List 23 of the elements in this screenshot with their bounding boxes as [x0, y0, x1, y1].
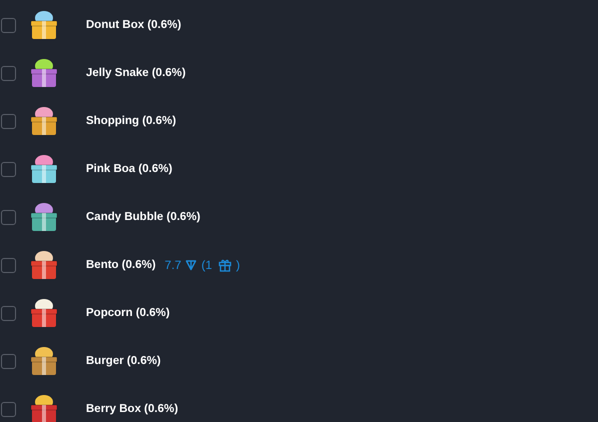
- checkbox[interactable]: [1, 306, 16, 320]
- triangle-token-icon: [185, 259, 198, 271]
- checkbox[interactable]: [1, 114, 16, 128]
- item-label: Bento (0.6%): [86, 259, 156, 271]
- item-label: Jelly Snake (0.6%): [86, 67, 186, 79]
- count-text: (1: [201, 258, 212, 272]
- gift-icon: [218, 258, 232, 272]
- item-label: Berry Box (0.6%): [86, 403, 178, 415]
- checkbox[interactable]: [1, 258, 16, 272]
- checkbox[interactable]: [1, 66, 16, 80]
- item-label: Shopping (0.6%): [86, 115, 176, 127]
- checkbox[interactable]: [1, 354, 16, 368]
- checkbox[interactable]: [1, 18, 16, 32]
- price-text: 7.7: [164, 258, 182, 272]
- item-label: Popcorn (0.6%): [86, 307, 170, 319]
- item-label: Donut Box (0.6%): [86, 19, 182, 31]
- count-text: ): [236, 258, 240, 272]
- item-label: Pink Boa (0.6%): [86, 163, 172, 175]
- checkbox[interactable]: [1, 162, 16, 176]
- checkbox[interactable]: [1, 210, 16, 224]
- item-label: Candy Bubble (0.6%): [86, 211, 200, 223]
- checkbox[interactable]: [1, 402, 16, 416]
- item-label: Burger (0.6%): [86, 355, 161, 367]
